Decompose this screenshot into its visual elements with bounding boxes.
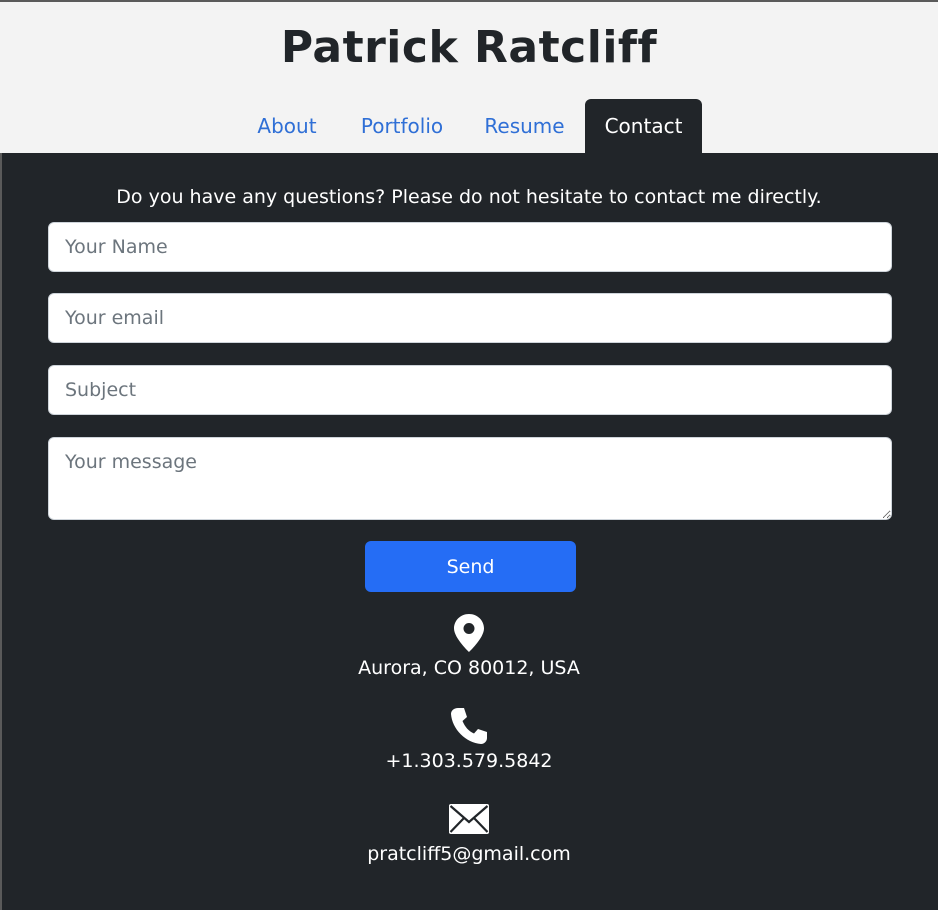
tab-about[interactable]: About [246, 99, 328, 155]
phone-text: +1.303.579.5842 [385, 750, 553, 772]
email-text: pratcliff5@gmail.com [367, 843, 571, 865]
tab-contact[interactable]: Contact [585, 99, 702, 155]
name-field[interactable] [48, 222, 892, 272]
site-header: Patrick Ratcliff About Portfolio Resume … [0, 2, 938, 155]
subject-field[interactable] [48, 365, 892, 415]
email-field[interactable] [48, 293, 892, 343]
contact-intro: Do you have any questions? Please do not… [116, 186, 822, 208]
window-left-border [0, 153, 2, 910]
location-text: Aurora, CO 80012, USA [358, 657, 580, 679]
tab-resume[interactable]: Resume [475, 99, 574, 155]
nav-tabs: About Portfolio Resume Contact [0, 99, 938, 155]
location-info: Aurora, CO 80012, USA [0, 613, 938, 679]
page-title: Patrick Ratcliff [280, 22, 658, 73]
tab-portfolio[interactable]: Portfolio [346, 99, 458, 155]
envelope-icon [449, 804, 489, 834]
send-button[interactable]: Send [365, 541, 576, 592]
email-info: pratcliff5@gmail.com [0, 799, 938, 865]
map-pin-icon [454, 614, 484, 652]
message-field[interactable] [48, 437, 892, 520]
phone-info: +1.303.579.5842 [0, 706, 938, 772]
phone-icon [451, 708, 487, 744]
